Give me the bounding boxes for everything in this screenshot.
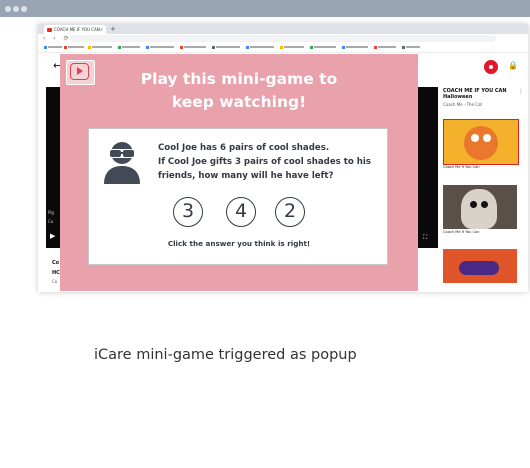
bookmark-item[interactable] — [44, 45, 63, 50]
bookmark-item[interactable] — [280, 45, 305, 50]
more-menu-icon[interactable]: ⋮ — [518, 88, 524, 95]
popup-title-line1: Play this mini-game to — [140, 70, 338, 88]
cartoon-hand-image — [459, 261, 499, 275]
bookmark-item[interactable] — [310, 45, 337, 50]
cartoon-eye — [471, 134, 479, 142]
bookmark-item[interactable] — [64, 45, 85, 50]
cat-eye — [481, 201, 488, 208]
answer-button-1[interactable]: 3 — [173, 197, 203, 227]
popup-title: Play this mini-game to keep watching! — [60, 68, 418, 114]
mini-game-popup: Play this mini-game to keep watching! Co… — [60, 54, 418, 291]
lock-icon[interactable]: 🔒 — [508, 61, 518, 70]
answer-button-2[interactable]: 4 — [226, 197, 256, 227]
tab-close-icon[interactable]: × — [100, 25, 103, 34]
browser-tab-title: COACH ME IF YOU CAN — [54, 27, 100, 32]
video-thumbnail[interactable] — [443, 119, 519, 165]
bookmark-item[interactable] — [246, 45, 275, 50]
player-overlay-text: Pig — [48, 210, 54, 215]
popup-title-line2: keep watching! — [171, 93, 307, 111]
cool-joe-avatar-icon — [104, 142, 140, 184]
fullscreen-icon[interactable]: ⛶ — [423, 234, 427, 242]
instruction-text: Click the answer you think is right! — [167, 239, 311, 248]
video-channel-fragment: Co — [52, 279, 58, 284]
window-dot-maximize[interactable] — [21, 6, 27, 12]
sidebar-video-title[interactable]: COACH ME IF YOU CAN Halloween — [443, 88, 517, 100]
question-line: If Cool Joe gifts 3 pairs of cool shades… — [158, 157, 371, 167]
bookmark-item[interactable] — [342, 45, 369, 50]
question-line: Cool Joe has 6 pairs of cool shades. — [158, 143, 330, 153]
thumbnail-caption[interactable]: Coach Me If You Can — [443, 230, 517, 235]
browser-nav-icons[interactable]: ‹ › ⟳ — [43, 35, 72, 43]
bookmark-item[interactable] — [180, 45, 207, 50]
bookmarks-bar — [38, 44, 528, 53]
youtube-favicon-icon — [47, 28, 52, 32]
bookmark-item[interactable] — [118, 45, 141, 50]
thumbnail-caption[interactable]: Coach Me If You Can — [443, 165, 517, 170]
tab-strip: COACH ME IF YOU CAN × + — [38, 24, 528, 34]
sidebar-video-channel: Coach Me - The Cat — [443, 102, 483, 107]
window-dot-minimize[interactable] — [13, 6, 19, 12]
window-title-bar — [0, 0, 530, 17]
bookmark-item[interactable] — [402, 45, 421, 50]
window-dot-close[interactable] — [5, 6, 11, 12]
cartoon-eye — [483, 134, 491, 142]
bookmark-item[interactable] — [374, 45, 397, 50]
browser-tab[interactable]: COACH ME IF YOU CAN × — [44, 25, 106, 34]
question-line: friends, how many will he have left? — [158, 171, 334, 181]
cartoon-face-image — [464, 126, 498, 160]
cat-eye — [470, 201, 477, 208]
question-card: Cool Joe has 6 pairs of cool shades. If … — [88, 128, 388, 265]
cat-image — [461, 189, 497, 229]
video-title-fragment: Co — [52, 260, 60, 266]
new-tab-button[interactable]: + — [110, 24, 116, 34]
record-icon[interactable] — [484, 60, 498, 74]
bookmark-item[interactable] — [212, 45, 241, 50]
bookmark-item[interactable] — [146, 45, 175, 50]
play-icon[interactable]: ▶ — [50, 232, 55, 240]
figure-caption: iCare mini-game triggered as popup — [94, 347, 357, 363]
url-field[interactable] — [70, 35, 496, 42]
bookmark-item[interactable] — [88, 45, 113, 50]
video-thumbnail[interactable] — [443, 249, 517, 283]
player-overlay-text: Co — [48, 219, 54, 224]
video-thumbnail[interactable] — [443, 185, 517, 229]
answer-button-3[interactable]: 2 — [275, 197, 305, 227]
video-title-fragment: HC — [52, 270, 60, 276]
